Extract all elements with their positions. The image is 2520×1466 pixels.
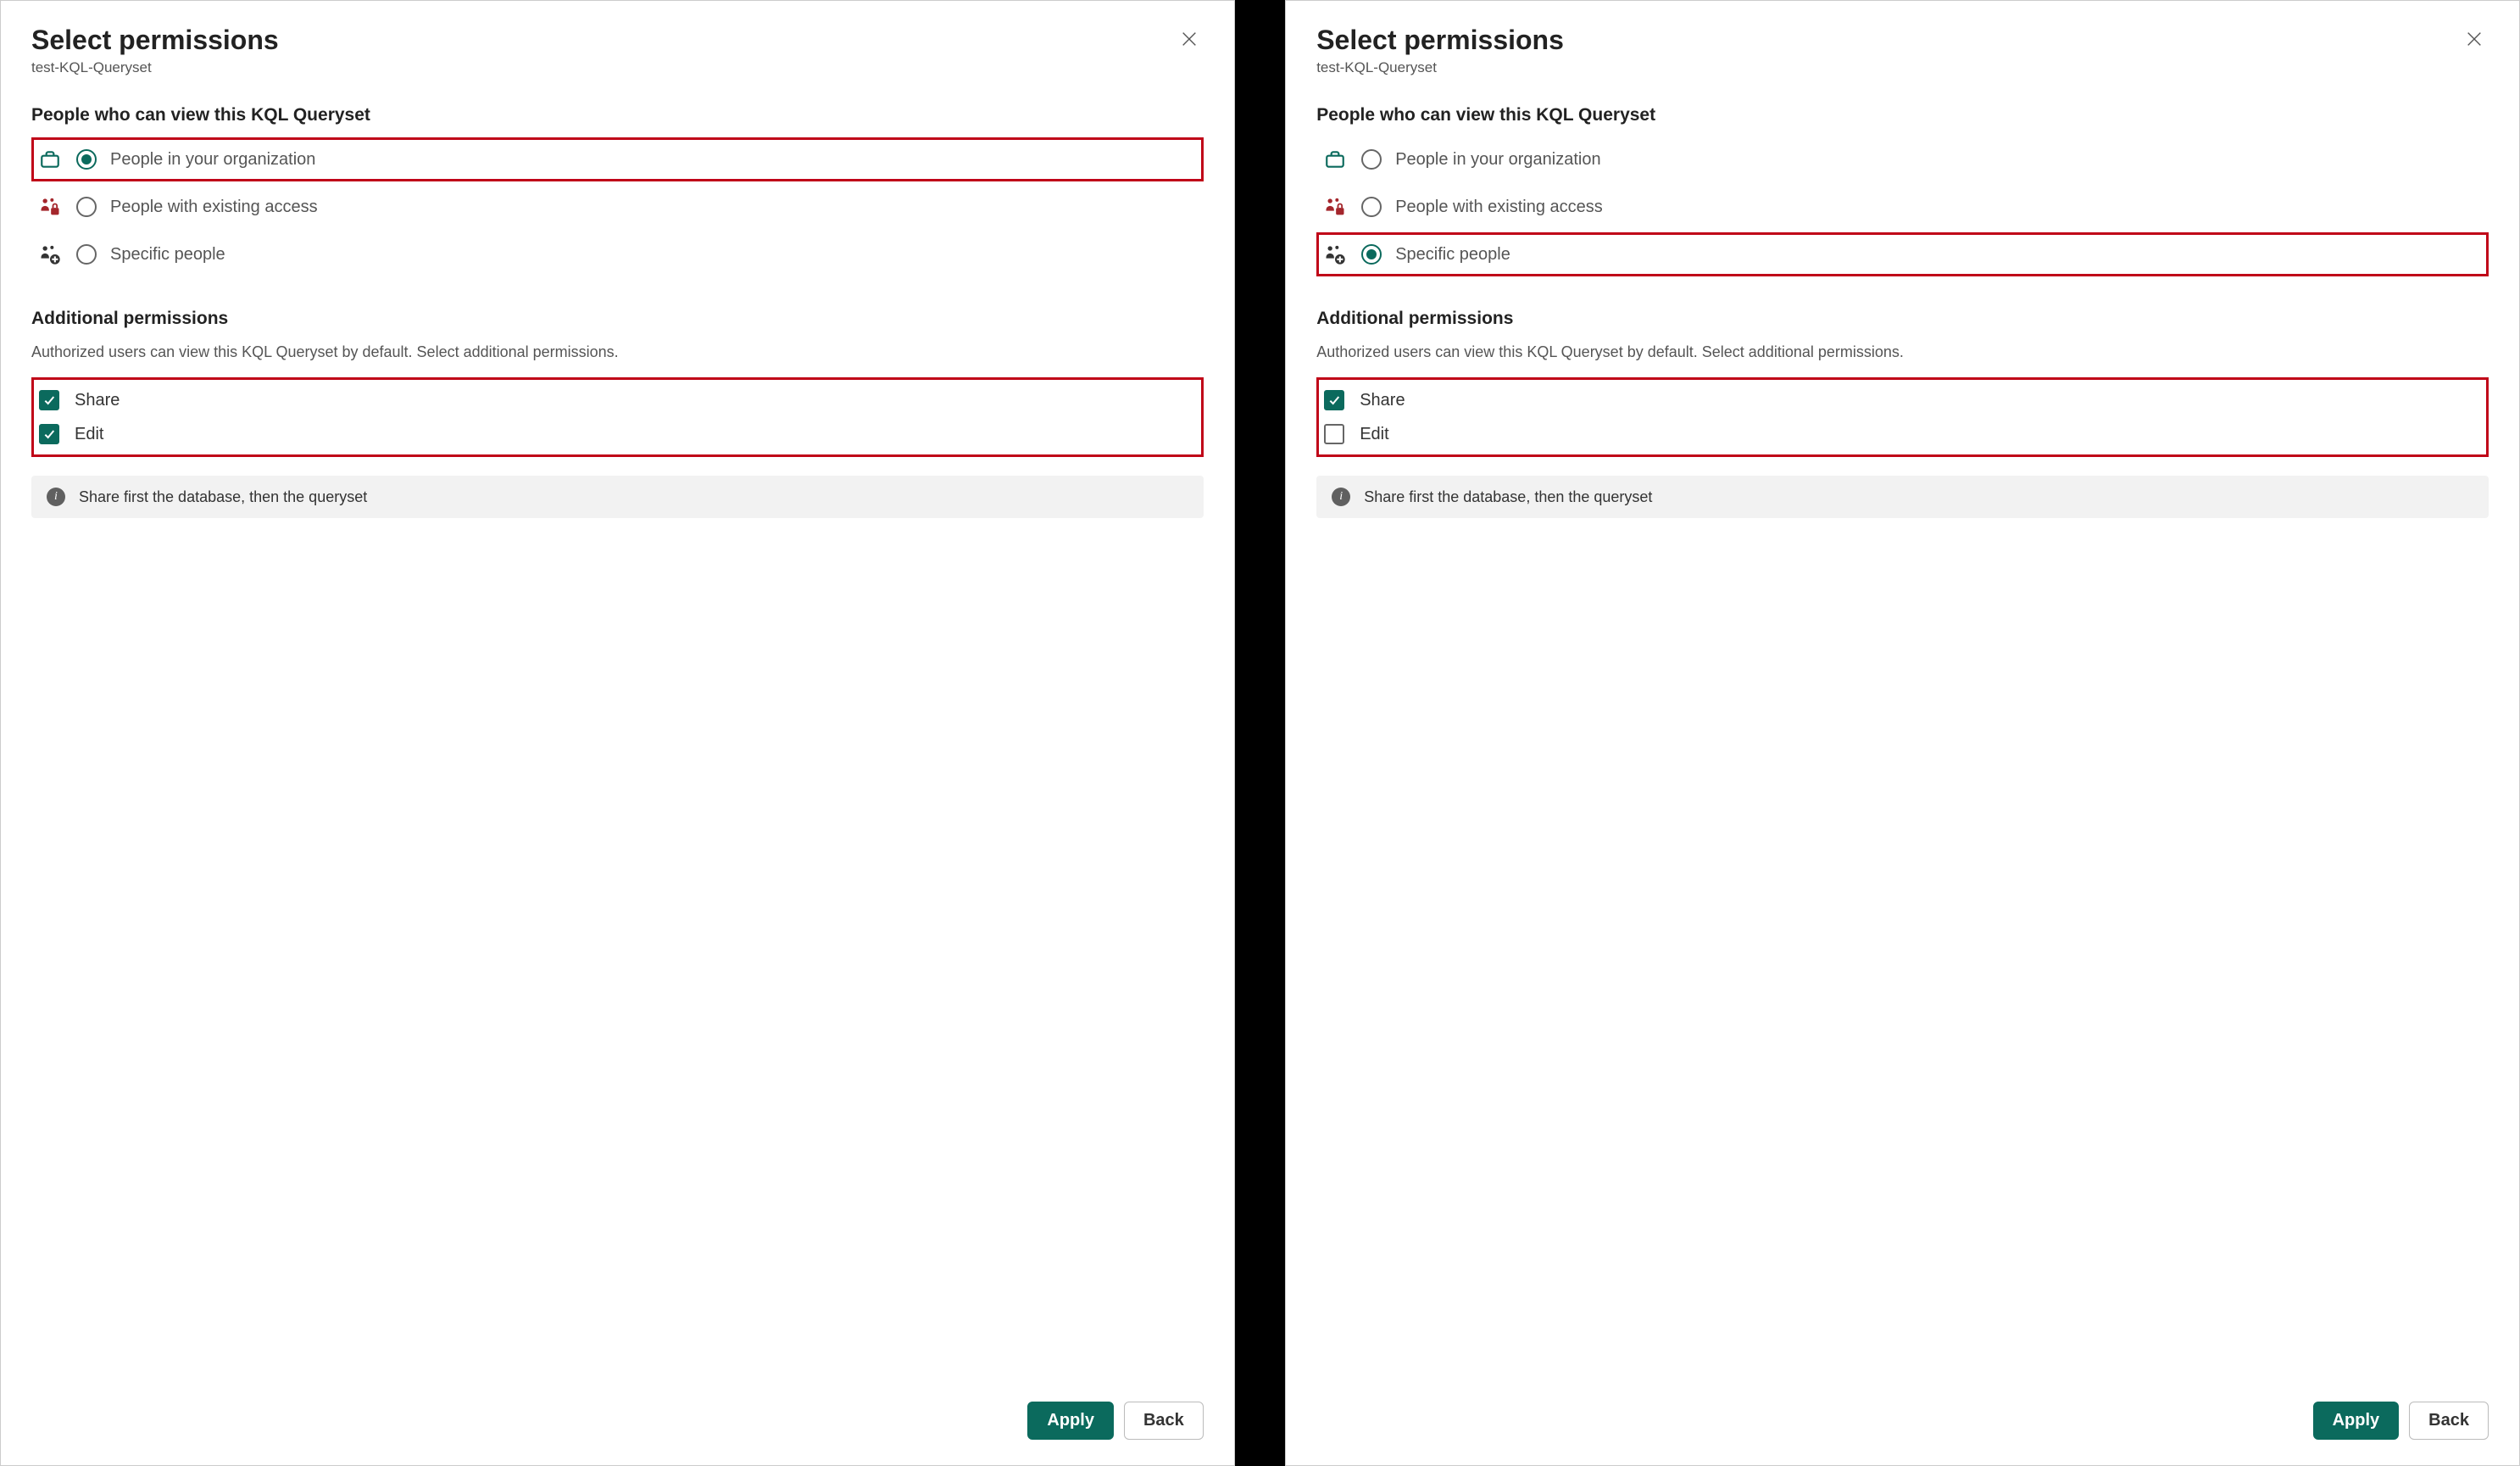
apply-button[interactable]: Apply xyxy=(2313,1402,2400,1440)
option-label: People in your organization xyxy=(110,150,315,170)
option-existing[interactable]: People with existing access xyxy=(31,185,1204,229)
close-icon xyxy=(2465,30,2484,48)
info-bar: i Share first the database, then the que… xyxy=(31,476,1204,518)
checkbox-label: Share xyxy=(75,391,120,410)
checkbox-label: Share xyxy=(1360,391,1405,410)
checkbox-row-edit[interactable]: Edit xyxy=(36,417,1199,451)
radio-org[interactable] xyxy=(76,149,97,170)
check-icon xyxy=(1327,393,1341,407)
close-button[interactable] xyxy=(2460,25,2489,56)
permissions-panel-left: Select permissions test-KQL-Queryset Peo… xyxy=(0,0,1235,1466)
additional-heading: Additional permissions xyxy=(31,309,1204,329)
header: Select permissions xyxy=(1316,25,2489,56)
header: Select permissions xyxy=(31,25,1204,56)
checkbox-label: Edit xyxy=(1360,425,1388,444)
dialog-footer: Apply Back xyxy=(1316,1368,2489,1440)
radio-existing[interactable] xyxy=(1361,197,1382,217)
radio-org[interactable] xyxy=(1361,149,1382,170)
info-icon: i xyxy=(1332,488,1350,506)
check-icon xyxy=(42,393,56,407)
checkbox-share[interactable] xyxy=(39,390,59,410)
checkbox-row-share[interactable]: Share xyxy=(36,383,1199,417)
option-org[interactable]: People in your organization xyxy=(1316,137,2489,181)
checkbox-row-share[interactable]: Share xyxy=(1321,383,2484,417)
apply-button[interactable]: Apply xyxy=(1027,1402,1114,1440)
people-add-icon xyxy=(37,242,63,267)
people-lock-icon xyxy=(37,194,63,220)
dialog-footer: Apply Back xyxy=(31,1368,1204,1440)
viewers-heading: People who can view this KQL Queryset xyxy=(1316,105,2489,125)
checkbox-edit[interactable] xyxy=(1324,424,1344,444)
option-specific[interactable]: Specific people xyxy=(31,232,1204,276)
checkbox-edit[interactable] xyxy=(39,424,59,444)
checkbox-label: Edit xyxy=(75,425,103,444)
checkbox-group: Share Edit xyxy=(1316,377,2489,457)
radio-specific[interactable] xyxy=(76,244,97,265)
radio-existing[interactable] xyxy=(76,197,97,217)
checkbox-row-edit[interactable]: Edit xyxy=(1321,417,2484,451)
people-add-icon xyxy=(1322,242,1348,267)
info-text: Share first the database, then the query… xyxy=(79,488,367,506)
viewers-heading: People who can view this KQL Queryset xyxy=(31,105,1204,125)
briefcase-icon xyxy=(1322,147,1348,172)
close-icon xyxy=(1180,30,1199,48)
people-lock-icon xyxy=(1322,194,1348,220)
permissions-panel-right: Select permissions test-KQL-Queryset Peo… xyxy=(1285,0,2520,1466)
back-button[interactable]: Back xyxy=(2409,1402,2489,1440)
additional-description: Authorized users can view this KQL Query… xyxy=(1316,341,2489,364)
option-label: Specific people xyxy=(1395,245,1510,265)
info-bar: i Share first the database, then the que… xyxy=(1316,476,2489,518)
close-button[interactable] xyxy=(1175,25,1204,56)
option-existing[interactable]: People with existing access xyxy=(1316,185,2489,229)
info-text: Share first the database, then the query… xyxy=(1364,488,1652,506)
option-label: Specific people xyxy=(110,245,225,265)
briefcase-icon xyxy=(37,147,63,172)
dialog-subtitle: test-KQL-Queryset xyxy=(31,59,1204,76)
radio-specific[interactable] xyxy=(1361,244,1382,265)
checkbox-share[interactable] xyxy=(1324,390,1344,410)
additional-description: Authorized users can view this KQL Query… xyxy=(31,341,1204,364)
option-org[interactable]: People in your organization xyxy=(31,137,1204,181)
option-label: People in your organization xyxy=(1395,150,1600,170)
dialog-title: Select permissions xyxy=(1316,25,1564,56)
additional-heading: Additional permissions xyxy=(1316,309,2489,329)
option-specific[interactable]: Specific people xyxy=(1316,232,2489,276)
option-label: People with existing access xyxy=(1395,198,1603,217)
dialog-subtitle: test-KQL-Queryset xyxy=(1316,59,2489,76)
check-icon xyxy=(42,427,56,441)
dialog-title: Select permissions xyxy=(31,25,279,56)
info-icon: i xyxy=(47,488,65,506)
back-button[interactable]: Back xyxy=(1124,1402,1204,1440)
checkbox-group: Share Edit xyxy=(31,377,1204,457)
option-label: People with existing access xyxy=(110,198,318,217)
